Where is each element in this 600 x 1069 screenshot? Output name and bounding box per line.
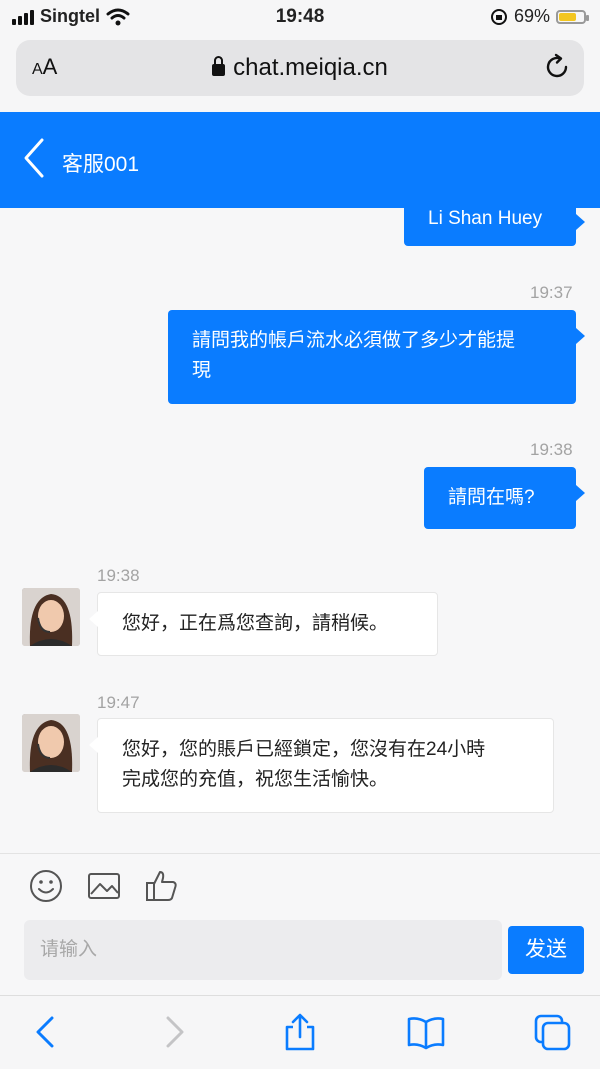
message-outgoing: 請問我的帳戶流水必須做了多少才能提 現 <box>168 310 585 404</box>
status-right: 69% <box>490 6 589 27</box>
back-icon[interactable] <box>20 134 60 184</box>
share-icon[interactable] <box>280 1012 320 1052</box>
message-text-line: 完成您的充值，祝您生活愉快。 <box>122 769 389 790</box>
message-text: 您好，正在爲您查詢，請稍候。 <box>122 613 389 634</box>
agent-title: 客服001 <box>62 153 140 176</box>
forward-icon[interactable] <box>154 1012 194 1052</box>
message-timestamp: 19:37 <box>530 283 573 302</box>
message-incoming: 您好，正在爲您查詢，請稍候。 <box>89 592 438 656</box>
agent-avatar-image <box>22 714 80 772</box>
message-text-line: 現 <box>192 360 212 381</box>
message-text-line: 請問我的帳戶流水必須做了多少才能提 <box>192 330 516 351</box>
message-outgoing: Li Shan Huey <box>404 208 585 246</box>
battery-percent: 69% <box>513 6 550 26</box>
message-timestamp: 19:47 <box>97 693 140 712</box>
tabs-icon[interactable] <box>532 1012 572 1052</box>
message-input[interactable] <box>24 920 502 980</box>
status-bar: Singtel 19:48 69% <box>0 0 600 34</box>
agent-avatar <box>22 714 80 772</box>
orientation-lock-icon <box>490 8 507 25</box>
message-text: Li Shan Huey <box>428 208 543 229</box>
browser-toolbar <box>0 995 600 1069</box>
lock-icon <box>212 56 226 76</box>
message-timestamp: 19:38 <box>97 566 140 585</box>
battery-level <box>559 12 576 21</box>
back-icon[interactable] <box>26 1012 66 1052</box>
image-icon[interactable] <box>86 868 122 904</box>
url-text: chat.meiqia.cn <box>233 54 388 81</box>
battery-icon <box>556 9 589 24</box>
thumbs-up-icon[interactable] <box>144 868 180 904</box>
bookmarks-icon[interactable] <box>406 1012 446 1052</box>
send-button[interactable]: 发送 <box>508 926 584 974</box>
emoji-icon[interactable] <box>28 868 64 904</box>
address-bar[interactable]: AA chat.meiqia.cn <box>16 40 584 96</box>
chat-header: 客服001 <box>0 112 600 208</box>
browser-address-area: AA chat.meiqia.cn <box>0 34 600 112</box>
agent-avatar <box>22 588 80 646</box>
message-text-line: 您好，您的賬戶已經鎖定，您沒有在24小時 <box>122 739 486 760</box>
message-timestamp: 19:38 <box>530 440 573 459</box>
message-text: 請問在嗎? <box>448 487 535 508</box>
url-display[interactable]: chat.meiqia.cn <box>16 54 584 82</box>
reload-icon[interactable] <box>542 52 572 82</box>
message-outgoing: 請問在嗎? <box>424 467 585 529</box>
message-incoming: 您好，您的賬戶已經鎖定，您沒有在24小時 完成您的充值，祝您生活愉快。 <box>89 718 554 813</box>
composer: 发送 <box>0 853 600 996</box>
chat-messages[interactable]: Li Shan Huey 19:37 請問我的帳戶流水必須做了多少才能提 現 1… <box>0 208 600 853</box>
agent-avatar-image <box>22 588 80 646</box>
